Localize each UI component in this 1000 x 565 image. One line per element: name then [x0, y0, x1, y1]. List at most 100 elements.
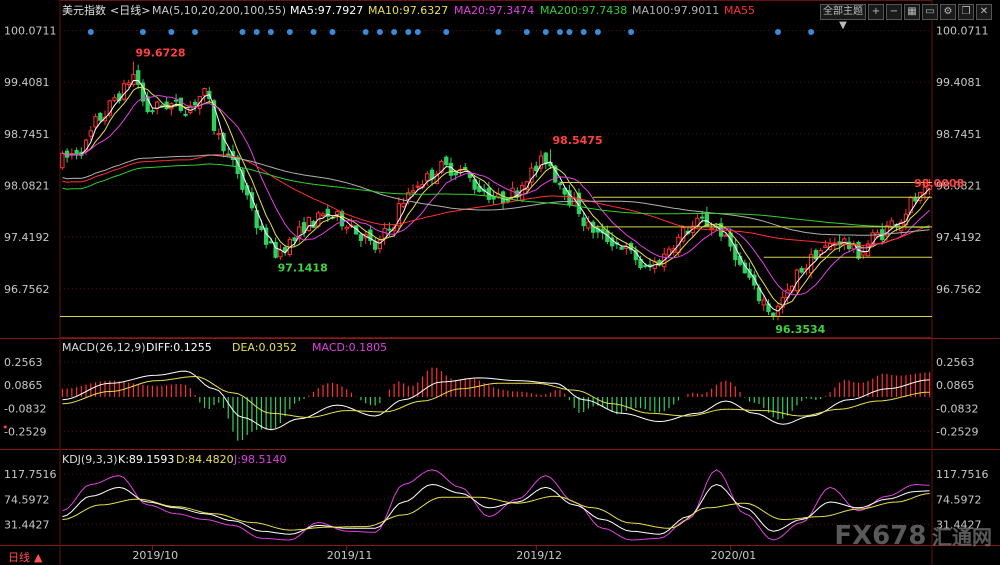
kdj-tick-left: 117.7516: [4, 468, 57, 481]
macd-tick-left: -0.0832: [4, 402, 46, 415]
event-marker-dot: [523, 29, 530, 35]
chart-canvas[interactable]: 100.0711 100.0711 99.4081 99.4081 98.7451 98.…: [0, 0, 1000, 565]
kdj-tick-right: 117.7516: [936, 468, 989, 481]
watermark-cn: 汇通网: [932, 525, 992, 549]
candle-body: [98, 113, 103, 121]
candle-body: [320, 213, 326, 217]
price-tick-right: 98.7451: [936, 128, 982, 141]
candle-body: [74, 150, 79, 155]
settings-icon[interactable]: ⚙: [940, 4, 956, 20]
macd-macd-label: MACD:0.1805: [312, 341, 387, 354]
event-marker-dot: [139, 29, 146, 35]
candle-body: [619, 246, 624, 250]
macd-tick-right: 0.2563: [936, 356, 975, 369]
close-icon[interactable]: ✕: [976, 4, 992, 20]
candle-body: [761, 299, 766, 306]
candle-body: [448, 162, 454, 176]
watermark-text: FX678: [834, 521, 927, 551]
candle-body: [150, 110, 155, 113]
price-annotation: 99.6728: [135, 47, 185, 60]
candle-body: [519, 184, 525, 201]
ma-value-1: MA10:97.6327: [368, 4, 448, 17]
event-marker-dot: [443, 29, 450, 35]
time-label: 2019/11: [327, 549, 373, 562]
event-marker-dot: [405, 29, 412, 35]
symbol-title: 美元指数: [62, 3, 106, 17]
kdj-tick-left: 31.4427: [4, 519, 50, 532]
kdj-label: KDJ(9,3,3): [62, 453, 118, 466]
macd-marker-dot: •: [2, 421, 9, 434]
candle-body: [823, 245, 828, 248]
kdj-j-label: J:98.5140: [233, 453, 286, 466]
event-marker-dot: [495, 29, 502, 35]
kdj-tick-left: 74.5972: [4, 493, 50, 506]
price-tick-right: 96.7562: [936, 283, 982, 296]
candle-body: [643, 265, 648, 268]
candle-body: [500, 191, 506, 204]
ma-line-ma20: [62, 94, 930, 296]
candle-body: [799, 268, 804, 273]
candle-body: [534, 165, 539, 172]
event-marker-dot: [192, 29, 199, 35]
candle-body: [510, 187, 515, 198]
macd-dea-line: [62, 375, 930, 418]
candle-body: [557, 182, 563, 186]
theme-dropdown[interactable]: 全部主题 ▼: [820, 4, 866, 31]
candle-body: [415, 185, 420, 188]
theme-dropdown-label: 全部主题: [823, 6, 863, 17]
candle-body: [581, 217, 586, 227]
candle-body: [121, 83, 127, 100]
candle-body: [387, 228, 392, 231]
ma-value-0: MA5:97.7927: [290, 4, 363, 17]
price-tick-left: 97.4192: [4, 231, 50, 244]
kdj-j-line: [62, 469, 930, 541]
candle-body: [64, 150, 70, 158]
period-button[interactable]: 日线: [8, 550, 30, 564]
kdj-tick-right: 74.5972: [936, 493, 982, 506]
candle-body: [88, 130, 93, 137]
time-label: 2019/10: [132, 549, 178, 562]
event-marker-dot: [310, 29, 317, 35]
candle-body: [112, 97, 117, 101]
price-tick-right: 99.4081: [936, 76, 982, 89]
ma-line-ma5: [62, 79, 930, 312]
candle-body: [221, 133, 226, 152]
event-marker-dot: [253, 29, 260, 35]
candle-body: [401, 202, 406, 207]
event-marker-dot: [391, 29, 398, 35]
ma-value-3: MA200:97.7438: [540, 4, 627, 17]
price-annotation: 98.5475: [553, 134, 603, 147]
price-tick-right: 100.0711: [936, 24, 989, 37]
kdj-k-label: K:89.1593: [118, 453, 174, 466]
price-tick-left: 98.0821: [4, 179, 50, 192]
event-marker-dot: [286, 29, 293, 35]
candle-body: [183, 113, 188, 116]
plus-icon[interactable]: +: [868, 4, 884, 20]
candle-body: [586, 221, 591, 229]
restore-icon[interactable]: ❐: [958, 4, 974, 20]
macd-label: MACD(26,12,9): [62, 341, 146, 354]
window-icon[interactable]: ▭: [922, 4, 938, 20]
ma-value-5: MA55: [724, 4, 755, 17]
candle-body: [126, 82, 131, 86]
event-marker-dot: [808, 29, 815, 35]
event-marker-dot: [542, 29, 549, 35]
price-tick-right: 97.4192: [936, 231, 982, 244]
candle-body: [704, 213, 710, 227]
kdj-d-label: D:84.4820: [176, 453, 234, 466]
candle-body: [344, 226, 349, 230]
price-annotation: 96.3534: [775, 323, 825, 336]
candle-body: [861, 251, 866, 256]
candle-body: [410, 190, 416, 193]
price-tick-left: 99.4081: [4, 76, 50, 89]
price-tick-left: 100.0711: [4, 24, 57, 37]
candle-body: [93, 116, 98, 128]
macd-tick-left: -0.2529: [4, 425, 46, 438]
price-annotation: 98.0008: [914, 177, 964, 190]
minus-icon[interactable]: −: [886, 4, 902, 20]
event-marker-dot: [580, 29, 587, 35]
candle-body: [358, 234, 364, 241]
grid-icon[interactable]: ▦: [904, 4, 920, 20]
candle-body: [771, 312, 776, 317]
price-tick-left: 98.7451: [4, 128, 50, 141]
